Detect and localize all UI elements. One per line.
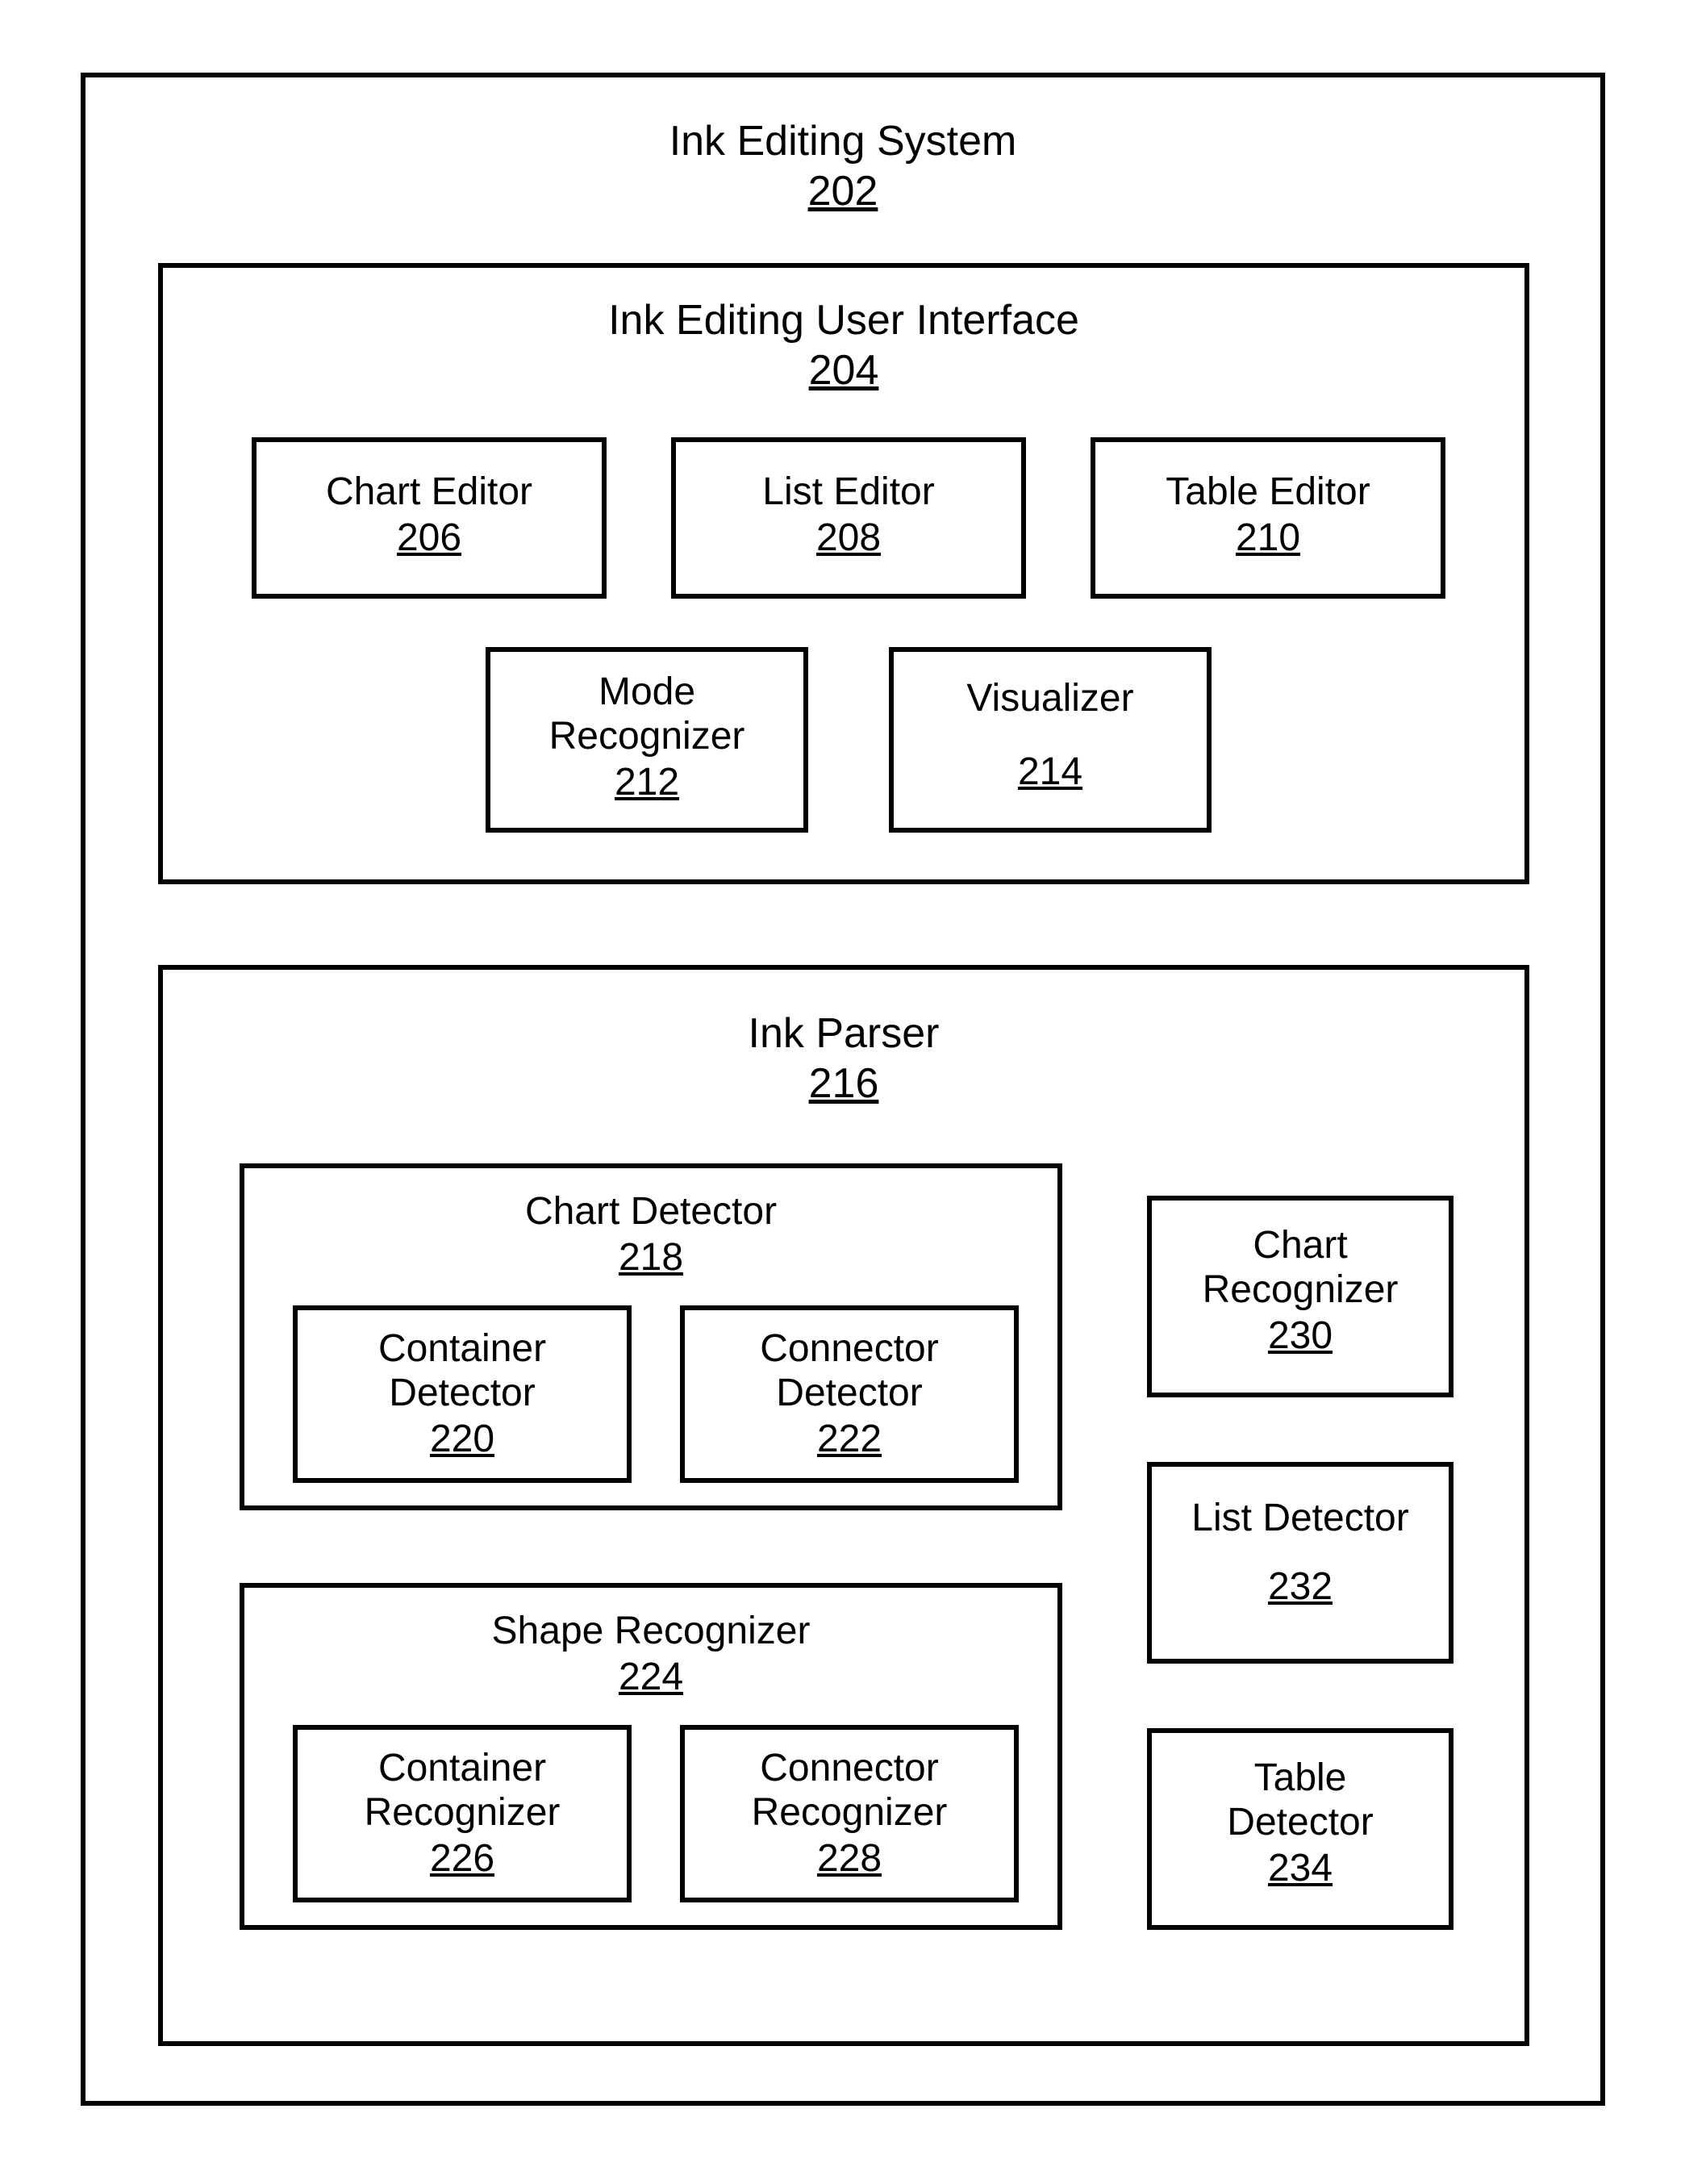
connector-detector-box: Connector Detector 222 [680, 1305, 1019, 1483]
table-editor-title: Table Editor [1095, 470, 1441, 514]
connector-detector-title: Connector Detector [685, 1326, 1014, 1415]
chart-recognizer-ref: 230 [1152, 1313, 1449, 1358]
table-detector-ref: 234 [1152, 1846, 1449, 1890]
visualizer-ref: 214 [894, 750, 1207, 794]
visualizer-title: Visualizer [894, 676, 1207, 720]
mode-recognizer-box: Mode Recognizer 212 [486, 647, 808, 833]
system-title: Ink Editing System [86, 118, 1600, 166]
ui-title: Ink Editing User Interface [163, 297, 1524, 345]
system-ref: 202 [86, 168, 1600, 216]
list-detector-ref: 232 [1152, 1564, 1449, 1609]
shape-recognizer-box: Shape Recognizer 224 Container Recognize… [240, 1583, 1062, 1930]
parser-title: Ink Parser [163, 1010, 1524, 1059]
table-editor-ref: 210 [1095, 516, 1441, 560]
mode-recognizer-title: Mode Recognizer [490, 670, 803, 758]
chart-detector-title: Chart Detector [244, 1189, 1057, 1234]
connector-recognizer-box: Connector Recognizer 228 [680, 1725, 1019, 1902]
container-recognizer-title: Container Recognizer [298, 1746, 627, 1835]
visualizer-box: Visualizer 214 [889, 647, 1212, 833]
chart-editor-ref: 206 [257, 516, 602, 560]
connector-detector-ref: 222 [685, 1417, 1014, 1461]
chart-editor-title: Chart Editor [257, 470, 602, 514]
mode-recognizer-ref: 212 [490, 760, 803, 804]
connector-recognizer-ref: 228 [685, 1836, 1014, 1881]
container-detector-title: Container Detector [298, 1326, 627, 1415]
container-recognizer-ref: 226 [298, 1836, 627, 1881]
list-editor-title: List Editor [676, 470, 1021, 514]
container-recognizer-box: Container Recognizer 226 [293, 1725, 632, 1902]
container-detector-box: Container Detector 220 [293, 1305, 632, 1483]
table-detector-box: Table Detector 234 [1147, 1728, 1454, 1930]
list-editor-box: List Editor 208 [671, 437, 1026, 599]
system-box: Ink Editing System 202 Ink Editing User … [81, 73, 1605, 2106]
table-editor-box: Table Editor 210 [1091, 437, 1445, 599]
chart-recognizer-title: Chart Recognizer [1152, 1223, 1449, 1312]
shape-recognizer-title: Shape Recognizer [244, 1609, 1057, 1653]
table-detector-title: Table Detector [1152, 1756, 1449, 1844]
shape-recognizer-ref: 224 [244, 1655, 1057, 1699]
connector-recognizer-title: Connector Recognizer [685, 1746, 1014, 1835]
list-detector-box: List Detector 232 [1147, 1462, 1454, 1664]
container-detector-ref: 220 [298, 1417, 627, 1461]
chart-detector-box: Chart Detector 218 Container Detector 22… [240, 1163, 1062, 1510]
list-detector-title: List Detector [1152, 1496, 1449, 1540]
ui-box: Ink Editing User Interface 204 Chart Edi… [158, 263, 1529, 884]
parser-box: Ink Parser 216 Chart Detector 218 Contai… [158, 965, 1529, 2046]
list-editor-ref: 208 [676, 516, 1021, 560]
chart-editor-box: Chart Editor 206 [252, 437, 607, 599]
chart-detector-ref: 218 [244, 1235, 1057, 1280]
ui-ref: 204 [163, 347, 1524, 395]
chart-recognizer-box: Chart Recognizer 230 [1147, 1196, 1454, 1397]
parser-ref: 216 [163, 1060, 1524, 1109]
